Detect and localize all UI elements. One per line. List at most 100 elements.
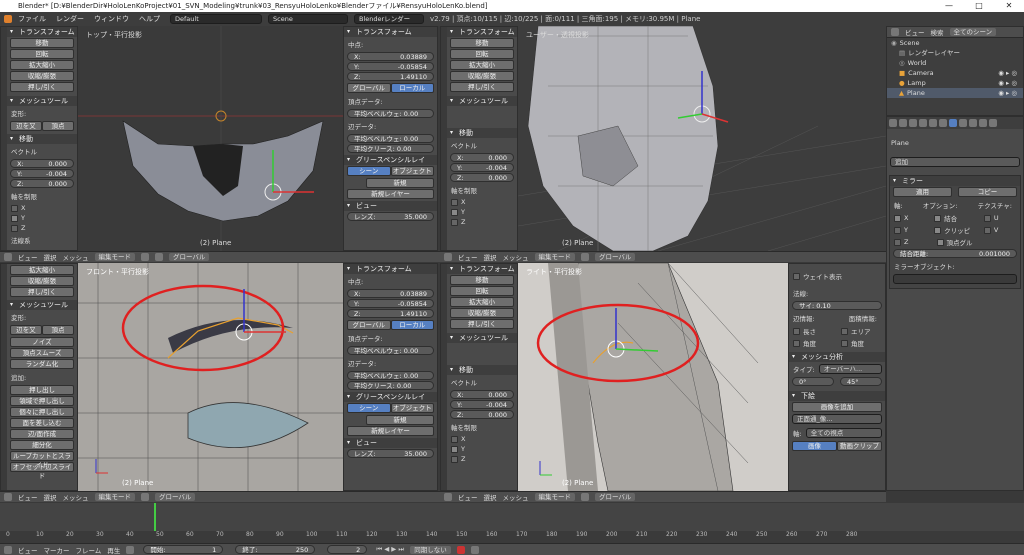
crease-field[interactable]: 平均クリース: 0.00 — [347, 144, 434, 153]
mesh-analysis-header[interactable]: メッシュ分析 — [789, 352, 885, 362]
angle-min-field[interactable]: 0° — [792, 377, 834, 386]
timeline-marker-menu[interactable]: マーカー — [44, 545, 70, 555]
timeline-frame-menu[interactable]: フレーム — [76, 545, 102, 555]
lock-z-4[interactable]: Z — [447, 454, 517, 464]
shading-icon-2[interactable] — [581, 253, 589, 261]
transform-header-2[interactable]: トランスフォーム — [447, 27, 517, 37]
transform-header-4[interactable]: トランスフォーム — [447, 264, 517, 274]
edge-bevel-b[interactable]: 平均ベベルウェ: 0.00 — [347, 371, 434, 380]
vector-z-4[interactable]: Z: 0.000 — [450, 410, 514, 419]
image-source-button[interactable]: 画像 — [792, 441, 837, 451]
mesh-menu-2[interactable]: メッシュ — [503, 252, 529, 262]
gp-new-layer-button[interactable]: 新規レイヤー — [347, 189, 434, 199]
median-x-field[interactable]: X: 0.03889 — [347, 52, 434, 61]
move-header-2[interactable]: 移動 — [447, 128, 517, 138]
view-menu[interactable]: ビュー — [18, 252, 38, 262]
mesh-menu-4[interactable]: メッシュ — [503, 492, 529, 502]
mesh-menu[interactable]: メッシュ — [63, 252, 89, 262]
shading-icon[interactable] — [141, 253, 149, 261]
vector-x-4[interactable]: X: 0.000 — [450, 390, 514, 399]
mirror-z-checkbox[interactable]: Z — [890, 236, 933, 248]
mesh-tools-header-3[interactable]: メッシュツール — [7, 300, 77, 310]
inset-faces-button[interactable]: 面を差し込む — [10, 418, 74, 428]
lock-y-2[interactable]: Y — [447, 207, 517, 217]
vertex-groups-checkbox[interactable]: 頂点グル — [933, 236, 1020, 248]
median-z-field[interactable]: Z: 1.49110 — [347, 72, 434, 81]
visibility-eye-icon-3[interactable]: ◉ ▸ ◎ — [998, 88, 1017, 98]
orientation-select-4[interactable]: グローバル — [595, 493, 636, 501]
mesh-menu-3[interactable]: メッシュ — [63, 492, 89, 502]
outliner-renderlayer-row[interactable]: ▤ レンダーレイヤー — [887, 48, 1023, 58]
shrink-button-4[interactable]: 収縮/膨張 — [450, 308, 514, 318]
mirror-u-checkbox[interactable]: U — [980, 212, 1020, 224]
close-button[interactable]: ✕ — [994, 0, 1024, 12]
vector-y-field[interactable]: Y: -0.004 — [10, 169, 74, 178]
outliner-display-select[interactable]: 全てのシーン — [949, 28, 997, 36]
editor-type-icon[interactable] — [4, 253, 12, 261]
shrink-button-2[interactable]: 収縮/膨張 — [450, 71, 514, 81]
bg-axis-select[interactable]: 全ての視点 — [805, 428, 882, 438]
timeline-view-menu[interactable]: ビュー — [18, 545, 38, 555]
angle-checkbox[interactable]: 角度 — [789, 337, 837, 349]
editor-type-icon-3[interactable] — [4, 493, 12, 501]
add-image-button[interactable]: 画像を追加 — [792, 402, 882, 412]
crease-b[interactable]: 平均クリース: 0.00 — [347, 381, 434, 390]
weight-display-checkbox[interactable]: ウェイト表示 — [789, 270, 885, 282]
visibility-eye-icon-2[interactable]: ◉ ▸ ◎ — [998, 78, 1017, 88]
smooth-vertex-button[interactable]: 頂点スムーズ — [10, 348, 74, 358]
vector-y-4[interactable]: Y: -0.004 — [450, 400, 514, 409]
global-button-b[interactable]: グローバル — [347, 320, 391, 330]
area-checkbox[interactable]: エリア — [837, 325, 885, 337]
preview-range-icon[interactable] — [126, 545, 135, 554]
mirror-x-checkbox[interactable]: X — [890, 212, 930, 224]
shading-icon-3[interactable] — [141, 493, 149, 501]
pivot-icon[interactable] — [155, 253, 163, 261]
vertex-bevel-weight-field[interactable]: 平均ベベルウェ: 0.00 — [347, 109, 434, 118]
mesh-tools-header[interactable]: メッシュツール — [7, 96, 77, 106]
outliner-world-row[interactable]: ◎ World — [887, 58, 1023, 68]
outliner-camera-row[interactable]: ■ Camera ◉ ▸ ◎ — [887, 68, 1023, 78]
view-menu-2[interactable]: ビュー — [458, 252, 478, 262]
rotate-button-4[interactable]: 回転 — [450, 286, 514, 296]
length-checkbox[interactable]: 長さ — [789, 325, 837, 337]
mode-select[interactable]: 編集モード — [94, 253, 135, 261]
make-edge-face-button[interactable]: 辺/面作成 — [10, 429, 74, 439]
maximize-button[interactable]: □ — [964, 0, 994, 12]
viewport-top[interactable]: トップ・平行投影 (2) Plane — [78, 26, 343, 251]
menu-help[interactable]: ヘルプ — [139, 14, 160, 24]
mirror-modifier-header[interactable]: ミラー — [890, 176, 1020, 186]
gp-object-button[interactable]: オブジェクト — [390, 166, 434, 176]
blender-icon[interactable] — [4, 15, 12, 23]
copy-button[interactable]: コピー — [958, 187, 1017, 197]
scene-select[interactable]: Scene — [268, 14, 348, 24]
viewport-front[interactable]: フロント・平行投影 (2) Plane — [78, 263, 343, 491]
background-images-header[interactable]: 下絵 — [789, 391, 885, 401]
lock-x-4[interactable]: X — [447, 434, 517, 444]
grease-pencil-header[interactable]: グリースペンシルレイ — [344, 155, 437, 165]
mesh-tools-header-4[interactable]: メッシュツール — [447, 333, 517, 343]
select-menu[interactable]: 選択 — [44, 252, 57, 262]
outliner-lamp-row[interactable]: ● Lamp ◉ ▸ ◎ — [887, 78, 1023, 88]
n-transform-header-b[interactable]: トランスフォーム — [344, 264, 437, 274]
mirror-y-checkbox[interactable]: Y — [890, 224, 930, 236]
n-transform-header[interactable]: トランスフォーム — [344, 27, 437, 37]
outliner-scene-row[interactable]: ◉ Scene — [887, 38, 1023, 48]
normal-size-field[interactable]: サイ: 0.10 — [792, 301, 882, 310]
select-menu-4[interactable]: 選択 — [484, 492, 497, 502]
properties-tabs[interactable] — [887, 117, 1023, 129]
minimize-button[interactable]: — — [934, 0, 964, 12]
editor-type-icon-2[interactable] — [444, 253, 452, 261]
outliner-plane-row[interactable]: ▲ Plane ◉ ▸ ◎ — [887, 88, 1023, 98]
mirror-object-field[interactable] — [893, 274, 1017, 284]
vector-y-2[interactable]: Y: -0.004 — [450, 163, 514, 172]
median-x-b[interactable]: X: 0.03889 — [347, 289, 434, 298]
playback-controls-icon[interactable]: ⏮ ◀ ▶ ⏭ — [376, 545, 404, 554]
tool-tabs-2[interactable] — [441, 27, 447, 250]
shrink-button-3[interactable]: 収縮/膨張 — [10, 276, 74, 286]
mirror-v-checkbox[interactable]: V — [980, 224, 1020, 236]
menu-render[interactable]: レンダー — [56, 14, 84, 24]
noise-button[interactable]: ノイズ — [10, 337, 74, 347]
lock-z-2[interactable]: Z — [447, 217, 517, 227]
median-y-b[interactable]: Y: -0.05854 — [347, 299, 434, 308]
rotate-button[interactable]: 回転 — [10, 49, 74, 59]
